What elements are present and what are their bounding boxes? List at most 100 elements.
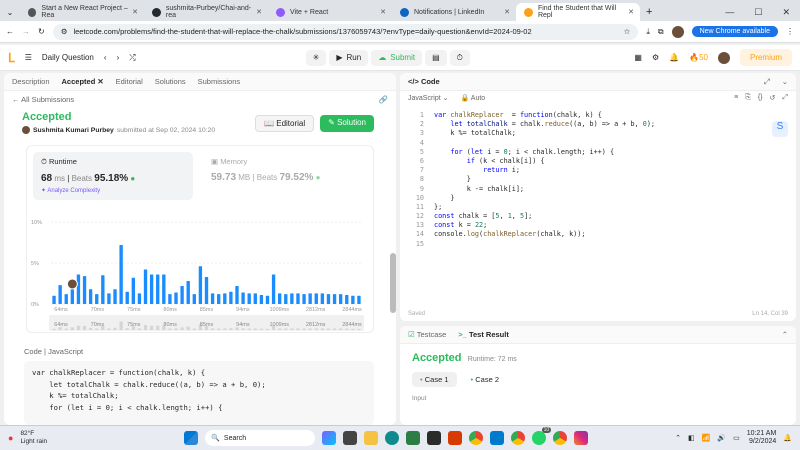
- runtime-distribution-chart[interactable]: 10% 5% 0% 64ms 70ms 75ms 80ms 85ms 94ms 1009ms 281…: [27, 202, 373, 332]
- store-icon[interactable]: [427, 431, 442, 445]
- tray-app-icon[interactable]: ◧: [688, 434, 695, 442]
- case-1-tab[interactable]: • Case 1: [412, 372, 457, 387]
- task-view-icon[interactable]: [343, 431, 358, 445]
- more-panel-icon[interactable]: ⌄: [782, 77, 788, 86]
- chrome-profile-icon[interactable]: [511, 431, 526, 445]
- editorial-button[interactable]: 📖 Editorial: [255, 115, 315, 132]
- chart-scrollbar[interactable]: [390, 253, 396, 313]
- extensions-icon[interactable]: ⧉: [658, 27, 664, 37]
- submitter-name[interactable]: Sushmita Kumari Purbey: [33, 127, 114, 134]
- analyze-complexity-link[interactable]: ✦ Analyze Complexity: [41, 187, 185, 194]
- menu-dots-icon[interactable]: ⋮: [786, 27, 794, 36]
- tab-submissions[interactable]: Submissions: [198, 77, 241, 86]
- whatsapp-icon[interactable]: 10: [532, 427, 552, 445]
- weather-icon[interactable]: ●: [8, 433, 13, 443]
- site-info-icon[interactable]: ⚙: [61, 27, 68, 36]
- tab-description[interactable]: Description: [12, 77, 50, 86]
- test-result-tab[interactable]: >_ Test Result: [458, 330, 509, 339]
- office-icon[interactable]: [448, 431, 463, 445]
- solution-button[interactable]: ✎ Solution: [320, 115, 374, 132]
- auto-mode-toggle[interactable]: 🔒 Auto: [461, 94, 486, 102]
- language-select[interactable]: JavaScript ⌄: [408, 94, 449, 102]
- browser-tab[interactable]: Find the Student that Will Repl ✕: [516, 3, 640, 21]
- back-icon[interactable]: ←: [6, 27, 14, 36]
- browser-tab[interactable]: Notifications | LinkedIn ✕: [392, 3, 516, 21]
- brackets-icon[interactable]: {}: [758, 94, 763, 102]
- bookmark-icon[interactable]: ⎘: [745, 94, 751, 102]
- edge-icon[interactable]: [385, 431, 400, 445]
- volume-icon[interactable]: 🔊: [717, 434, 726, 442]
- reload-icon[interactable]: ↻: [38, 27, 45, 36]
- testcase-tab[interactable]: ☑ Testcase: [408, 330, 446, 339]
- settings-icon[interactable]: ⚙: [652, 53, 659, 62]
- submit-button[interactable]: ☁ Submit: [371, 49, 423, 66]
- tab-close-icon[interactable]: ✕: [132, 8, 138, 16]
- tab-close-icon[interactable]: ✕: [380, 8, 386, 16]
- fullscreen-icon[interactable]: ⤢: [782, 94, 788, 102]
- user-avatar[interactable]: [717, 51, 730, 64]
- browser-tab[interactable]: sushmita-Purbey/Chai-and-rea ✕: [144, 3, 268, 21]
- prev-problem-icon[interactable]: ‹: [104, 53, 107, 62]
- forward-icon[interactable]: →: [22, 27, 30, 36]
- new-tab-button[interactable]: +: [640, 3, 658, 21]
- format-icon[interactable]: ≡: [734, 94, 738, 102]
- share-link-icon[interactable]: 🔗: [379, 95, 388, 104]
- code-tab[interactable]: </> Code: [408, 77, 440, 86]
- wifi-icon[interactable]: 📶: [702, 434, 711, 442]
- bookmark-star-icon[interactable]: ☆: [624, 27, 631, 36]
- next-problem-icon[interactable]: ›: [117, 53, 120, 62]
- chrome-icon[interactable]: [469, 431, 484, 445]
- minimize-icon[interactable]: —: [725, 7, 734, 17]
- url-field[interactable]: ⚙ leetcode.com/problems/find-the-student-…: [52, 23, 639, 40]
- chrome-update-button[interactable]: New Chrome available: [691, 26, 778, 37]
- clock-date[interactable]: 9/2/2024: [747, 438, 776, 446]
- notes-icon[interactable]: ▤: [425, 49, 447, 66]
- problem-list-icon[interactable]: ☰: [25, 53, 32, 62]
- windows-start-icon[interactable]: [184, 431, 199, 445]
- run-button[interactable]: ▶ Run: [329, 49, 369, 66]
- file-explorer-icon[interactable]: [364, 431, 379, 445]
- battery-icon[interactable]: ▭: [733, 434, 740, 442]
- code-token: var: [434, 111, 451, 119]
- ai-assist-icon[interactable]: S: [772, 121, 788, 137]
- all-submissions-link[interactable]: ← All Submissions: [12, 95, 74, 104]
- browser-tab[interactable]: Vite + React ✕: [268, 3, 392, 21]
- code-editor[interactable]: 1 var chalkReplacer = function(chalk, k) …: [400, 110, 796, 249]
- tab-editorial[interactable]: Editorial: [116, 77, 143, 86]
- tab-close-icon[interactable]: ✕: [256, 8, 262, 16]
- premium-button[interactable]: Premium: [739, 49, 792, 66]
- taskbar-search[interactable]: 🔍 Search: [205, 430, 316, 446]
- tab-close-icon[interactable]: ✕: [504, 8, 510, 16]
- notification-bell-icon[interactable]: 🔔: [783, 434, 792, 442]
- memory-box[interactable]: ▣ Memory 59.73 MB | Beats 79.52% ●: [203, 152, 363, 200]
- download-icon[interactable]: ⤓: [646, 27, 650, 37]
- reset-icon[interactable]: ↺: [770, 94, 776, 102]
- layout-icon[interactable]: ▦: [634, 53, 642, 62]
- chrome-alt-icon[interactable]: [553, 431, 568, 445]
- timer-icon[interactable]: ⏱: [449, 49, 470, 66]
- tab-search-icon[interactable]: ⌄: [0, 3, 20, 21]
- debug-icon[interactable]: ✳: [305, 49, 327, 66]
- collapse-panel-icon[interactable]: ⌃: [782, 330, 788, 339]
- shuffle-icon[interactable]: ⤮: [129, 53, 135, 63]
- profile-avatar[interactable]: [671, 25, 684, 38]
- case-2-tab[interactable]: • Case 2: [463, 372, 508, 387]
- photos-icon[interactable]: [406, 431, 421, 445]
- copilot-icon[interactable]: [322, 431, 337, 445]
- tray-chevron-icon[interactable]: ⌃: [675, 434, 681, 442]
- vscode-icon[interactable]: [490, 431, 505, 445]
- tab-close-icon[interactable]: ✕: [628, 8, 634, 16]
- notifications-icon[interactable]: 🔔: [669, 53, 679, 62]
- tab-accepted[interactable]: Accepted ✕: [62, 77, 104, 86]
- runtime-box[interactable]: ⏱ Runtime 68 ms | Beats 95.18% ● ✦ Analy…: [33, 152, 193, 200]
- clock-time[interactable]: 10:21 AM: [747, 430, 777, 438]
- streak-counter[interactable]: 🔥50: [689, 53, 708, 62]
- close-window-icon[interactable]: ✕: [782, 7, 790, 18]
- expand-icon[interactable]: ⤢: [764, 77, 770, 87]
- maximize-icon[interactable]: ☐: [754, 7, 762, 18]
- tab-solutions[interactable]: Solutions: [155, 77, 186, 86]
- browser-tab[interactable]: Start a New React Project – Rea ✕: [20, 3, 144, 21]
- leetcode-logo[interactable]: ᒪ: [8, 51, 15, 65]
- daily-question-label[interactable]: Daily Question: [42, 53, 94, 62]
- instagram-icon[interactable]: [574, 431, 589, 445]
